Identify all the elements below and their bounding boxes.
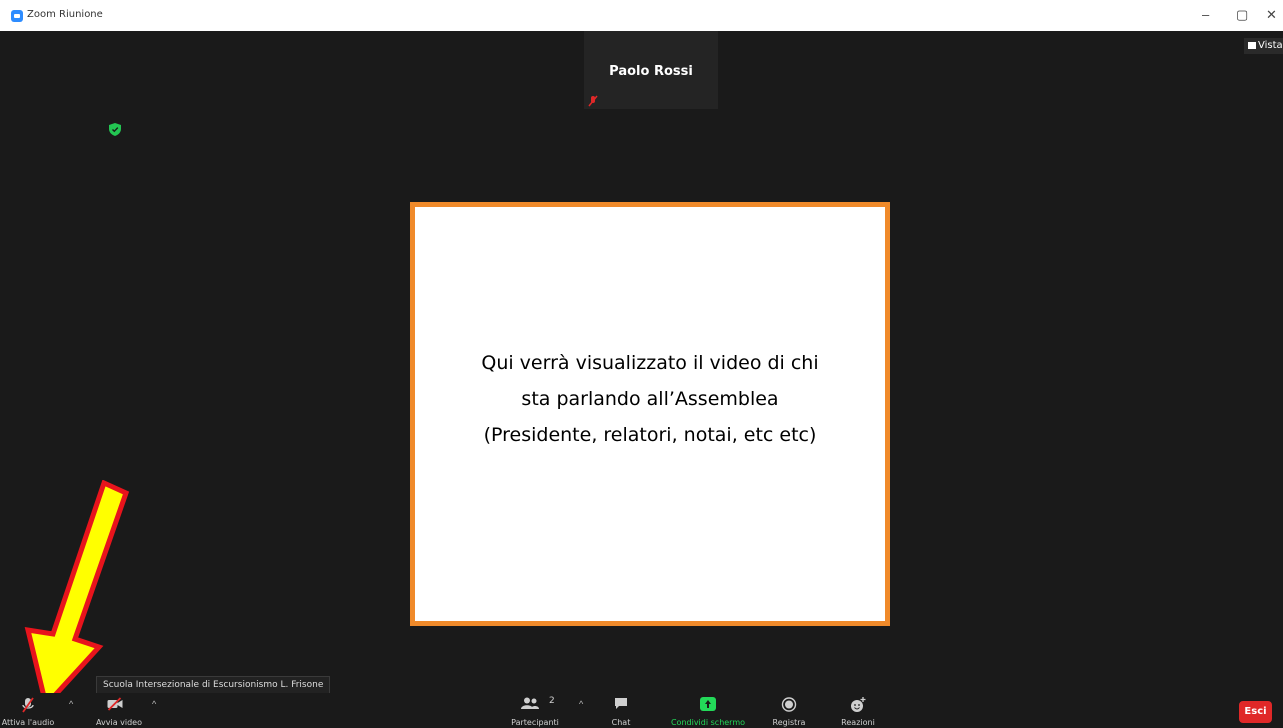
zoom-app-icon xyxy=(11,10,23,22)
participants-options-caret[interactable]: ^ xyxy=(579,699,583,709)
placeholder-line: sta parlando all’Assemblea xyxy=(521,388,779,410)
participants-label: Partecipanti xyxy=(511,718,559,727)
placeholder-message: Qui verrà visualizzato il video di chi s… xyxy=(415,345,885,453)
view-button[interactable]: Vista xyxy=(1244,38,1283,54)
reactions-label: Reazioni xyxy=(841,718,875,727)
reactions-button[interactable]: Reazioni xyxy=(836,693,880,728)
participant-name: Paolo Rossi xyxy=(609,64,693,79)
unmute-button[interactable]: Attiva l'audio xyxy=(0,693,56,728)
meeting-toolbar: Attiva l'audio ^ Avvia video ^ 2 Parteci… xyxy=(0,693,1283,728)
active-speaker-placeholder: Qui verrà visualizzato il video di chi s… xyxy=(410,202,890,626)
video-options-caret[interactable]: ^ xyxy=(152,699,156,709)
encryption-shield-icon[interactable] xyxy=(109,123,121,136)
video-off-icon xyxy=(107,697,123,711)
chat-icon xyxy=(615,698,627,709)
share-screen-button[interactable]: Condividi schermo xyxy=(662,693,754,728)
participants-button[interactable]: 2 Partecipanti xyxy=(508,693,562,728)
title-bar: Zoom Riunione – ▢ ✕ xyxy=(0,0,1283,31)
participant-thumbnail[interactable]: Paolo Rossi xyxy=(584,31,718,109)
chat-label: Chat xyxy=(611,718,631,727)
muted-mic-icon xyxy=(22,697,34,713)
participants-count: 2 xyxy=(549,696,555,706)
start-video-button[interactable]: Avvia video xyxy=(96,693,142,728)
muted-mic-icon xyxy=(588,95,598,107)
start-video-label: Avvia video xyxy=(96,718,142,727)
audio-options-caret[interactable]: ^ xyxy=(69,699,73,709)
close-button[interactable]: ✕ xyxy=(1266,7,1277,23)
grid-icon xyxy=(1248,42,1256,49)
placeholder-line: (Presidente, relatori, notai, etc etc) xyxy=(483,424,817,446)
view-button-label: Vista xyxy=(1258,40,1283,51)
record-label: Registra xyxy=(772,718,806,727)
record-button[interactable]: Registra xyxy=(769,693,809,728)
share-screen-icon xyxy=(700,697,716,711)
reactions-icon xyxy=(851,697,866,712)
placeholder-line: Qui verrà visualizzato il video di chi xyxy=(481,352,819,374)
chat-button[interactable]: Chat xyxy=(608,693,634,728)
share-screen-label: Condividi schermo xyxy=(670,718,746,727)
window-title: Zoom Riunione xyxy=(27,9,103,20)
restore-button[interactable]: ▢ xyxy=(1236,7,1248,23)
leave-meeting-button[interactable]: Esci xyxy=(1239,701,1272,723)
record-icon xyxy=(781,697,797,712)
participants-icon xyxy=(521,697,539,709)
minimize-button[interactable]: – xyxy=(1202,7,1209,22)
unmute-label: Attiva l'audio xyxy=(1,718,55,727)
